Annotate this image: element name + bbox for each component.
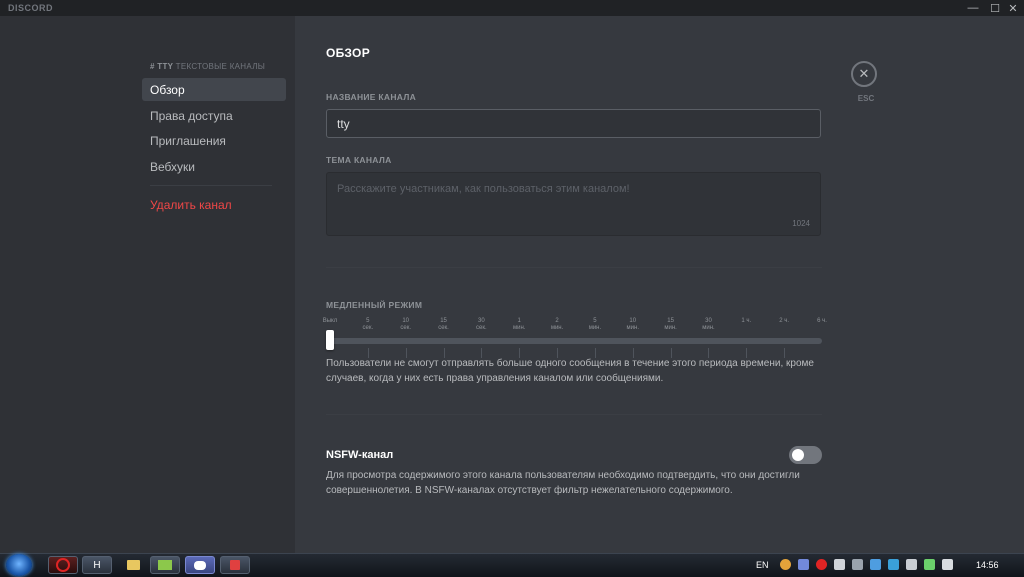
slowmode-slider-thumb[interactable]: [326, 330, 334, 350]
game-taskbar-icon[interactable]: [150, 556, 180, 574]
slowmode-tick-label: 10 мин.: [626, 318, 639, 331]
update-tray-icon[interactable]: [888, 559, 899, 570]
monitor-tray-icon[interactable]: [870, 559, 881, 570]
chrome-tray-icon[interactable]: [780, 559, 791, 570]
opera-taskbar-icon[interactable]: [48, 556, 78, 574]
slowmode-slider[interactable]: Выкл 5 сек. 10 сек. 15 сек. 30 сек. 1 мин. 2 мин. 5 ми…: [323, 318, 827, 360]
channel-category-header: ТЕКСТОВЫЕ КАНАЛЫ: [175, 62, 266, 71]
section-divider-2: [326, 414, 822, 415]
slowmode-tick-label: 2 мин.: [550, 318, 564, 331]
channel-name-input[interactable]: tty: [326, 109, 821, 138]
explorer-taskbar-icon[interactable]: [118, 556, 148, 574]
nsfw-toggle-knob: [792, 449, 804, 461]
slowmode-tick-label: 30 мин.: [702, 318, 715, 331]
nsfw-title: NSFW-канал: [326, 449, 394, 461]
esc-label: ESC: [857, 94, 875, 103]
app-h-taskbar-icon[interactable]: H: [82, 556, 112, 574]
slowmode-description: Пользователи не смогут отправлять больше…: [326, 356, 826, 386]
slowmode-tick-label: 2 ч.: [779, 318, 790, 324]
windows-taskbar: H EN 14:56: [0, 553, 1024, 577]
minimize-button[interactable]: —: [962, 0, 984, 16]
nsfw-toggle[interactable]: [789, 446, 822, 464]
channel-topic-textarea[interactable]: Расскажите участникам, как пользоваться …: [326, 172, 821, 236]
slowmode-tick-label: 5 сек.: [362, 318, 374, 331]
slowmode-tick-label: 15 мин.: [664, 318, 677, 331]
slowmode-tick-label: 15 сек.: [438, 318, 449, 331]
start-button[interactable]: [6, 554, 32, 576]
channel-name-header: # TTY: [150, 62, 174, 71]
discord-tray-icon[interactable]: [798, 559, 809, 570]
close-settings-button[interactable]: ✕: [851, 61, 877, 87]
slowmode-slider-rail[interactable]: [330, 338, 822, 344]
nsfw-description: Для просмотра содержимого этого канала п…: [326, 468, 826, 498]
mail-tray-icon[interactable]: [834, 559, 845, 570]
sidebar-item-overview[interactable]: Обзор: [142, 78, 286, 101]
display-tray-icon[interactable]: [906, 559, 917, 570]
battery-tray-icon[interactable]: [924, 559, 935, 570]
slowmode-tick-label: 6 ч.: [817, 318, 827, 324]
slowmode-tick-label: 30 сек.: [476, 318, 487, 331]
discord-taskbar-icon[interactable]: [185, 556, 215, 574]
channel-topic-label: ТЕМА КАНАЛА: [326, 155, 392, 165]
channel-name-value: tty: [337, 116, 350, 131]
settings-sidebar: # TTY ТЕКСТОВЫЕ КАНАЛЫ Обзор Права досту…: [0, 16, 295, 553]
app-brand: DISCORD: [8, 3, 54, 13]
close-icon: ✕: [858, 66, 870, 81]
volume-tray-icon[interactable]: [942, 559, 953, 570]
sidebar-divider: [150, 185, 272, 186]
slowmode-label: МЕДЛЕННЫЙ РЕЖИМ: [326, 300, 423, 310]
sidebar-item-webhooks[interactable]: Вебхуки: [142, 155, 286, 178]
media-taskbar-icon[interactable]: [220, 556, 250, 574]
nsfw-description-line-2: совершеннолетия. В NSFW-каналах отсутств…: [326, 485, 733, 496]
slowmode-tick-label: 1 мин.: [512, 318, 526, 331]
page-title: ОБЗОР: [326, 46, 370, 60]
sidebar-item-invites[interactable]: Приглашения: [142, 129, 286, 152]
slowmode-description-line-2: случаев, когда у них есть права управлен…: [326, 373, 664, 384]
sidebar-item-permissions[interactable]: Права доступа: [142, 104, 286, 127]
slowmode-tick-label: 5 мин.: [588, 318, 602, 331]
clock[interactable]: 14:56: [976, 560, 999, 570]
section-divider: [326, 267, 822, 268]
slowmode-description-line-1: Пользователи не смогут отправлять больше…: [326, 358, 814, 369]
nsfw-description-line-1: Для просмотра содержимого этого канала п…: [326, 470, 800, 481]
app-h-label: H: [93, 559, 101, 571]
slowmode-tick-label: 1 ч.: [741, 318, 752, 324]
slowmode-tick-label: Выкл: [322, 318, 338, 324]
close-window-button[interactable]: ✕: [1002, 0, 1024, 16]
sidebar-header: # TTY ТЕКСТОВЫЕ КАНАЛЫ: [150, 62, 265, 71]
window-titlebar: DISCORD — ☐ ✕: [0, 0, 1024, 16]
channel-name-label: НАЗВАНИЕ КАНАЛА: [326, 92, 417, 102]
slowmode-tick-label: 10 сек.: [400, 318, 411, 331]
topic-char-counter: 1024: [792, 219, 810, 228]
language-indicator[interactable]: EN: [756, 560, 769, 570]
delete-channel-button[interactable]: Удалить канал: [142, 193, 286, 216]
network-tray-icon[interactable]: [852, 559, 863, 570]
channel-topic-placeholder: Расскажите участникам, как пользоваться …: [337, 183, 630, 195]
opera-tray-icon[interactable]: [816, 559, 827, 570]
